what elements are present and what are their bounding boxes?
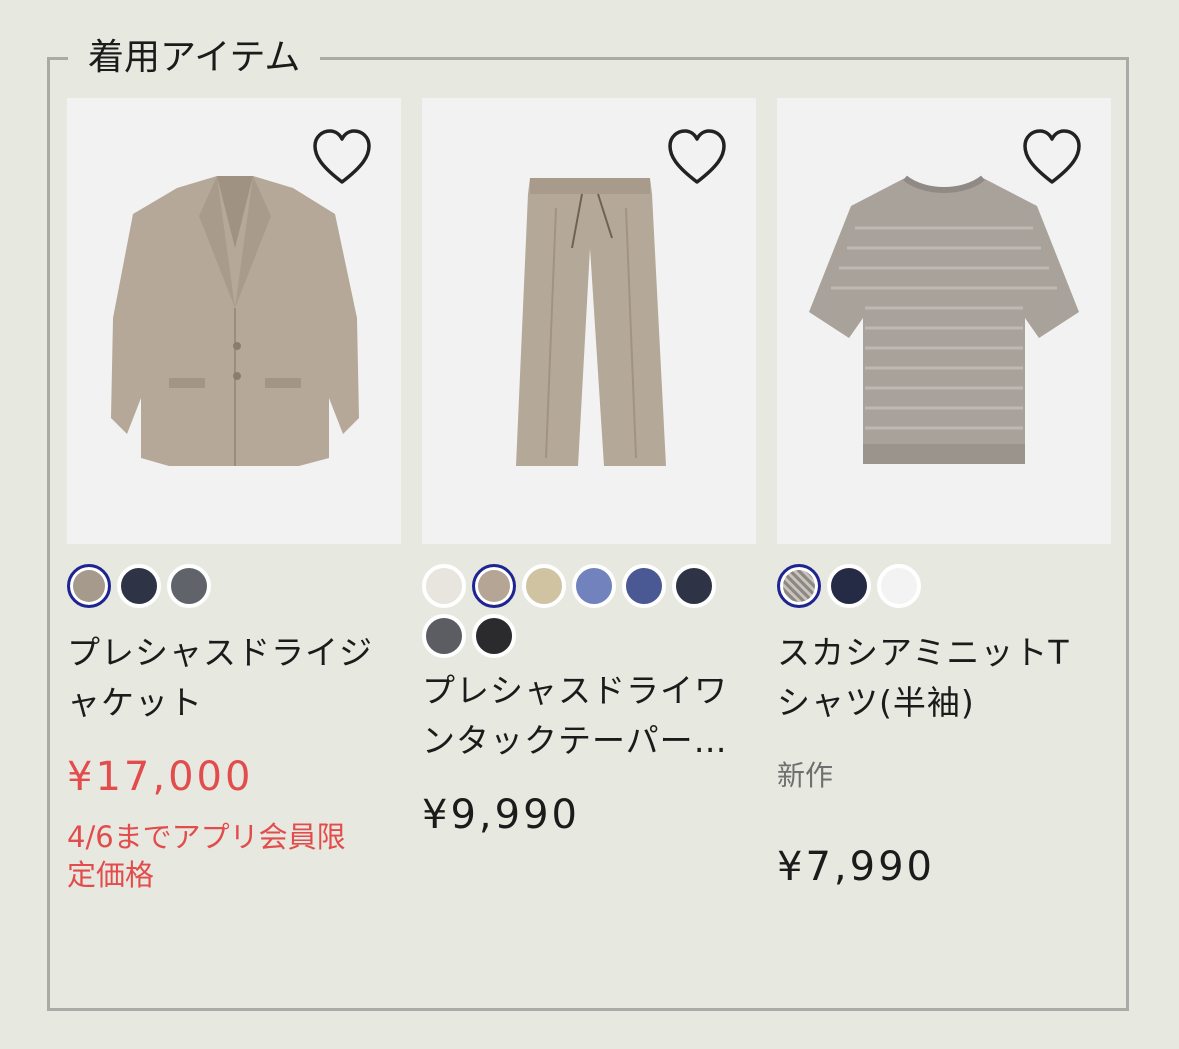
color-swatch-offwhite[interactable] [422, 564, 466, 608]
product-image-jacket[interactable] [67, 98, 401, 544]
product-name-line: シャツ(半袖) [777, 683, 975, 722]
product-price: ¥9,990 [422, 792, 580, 838]
product-card-jacket[interactable]: プレシャスドライジ ャケット ¥17,000 4/6までアプリ会員限 定価格 [67, 98, 401, 894]
color-swatch-khaki[interactable] [522, 564, 566, 608]
color-swatch-navy[interactable] [672, 564, 716, 608]
color-swatch-royal-blue[interactable] [622, 564, 666, 608]
color-swatch-blue[interactable] [572, 564, 616, 608]
product-name-line: ャケット [67, 683, 203, 722]
heart-outline-icon[interactable] [1021, 128, 1083, 188]
color-swatch-beige[interactable] [67, 564, 111, 608]
color-swatch-beige[interactable] [472, 564, 516, 608]
product-price: ¥17,000 [67, 754, 254, 800]
color-swatch-gray[interactable] [422, 614, 466, 658]
product-name[interactable]: プレシャスドライジ ャケット [67, 628, 401, 728]
heart-outline-icon[interactable] [311, 128, 373, 188]
color-swatch-gray[interactable] [167, 564, 211, 608]
new-badge: 新作 [777, 759, 834, 792]
product-card-knit-tshirt[interactable]: スカシアミニットT シャツ(半袖) 新作 ¥7,990 [777, 98, 1111, 890]
color-swatches [777, 564, 1077, 614]
product-card-pants[interactable]: プレシャスドライワ ンタックテーパー… ¥9,990 [422, 98, 756, 838]
product-name-line: プレシャスドライワ [422, 671, 728, 710]
color-swatch-navy[interactable] [827, 564, 871, 608]
product-name-line: ンタックテーパー… [422, 721, 728, 760]
color-swatch-navy[interactable] [117, 564, 161, 608]
color-swatch-gray-pattern[interactable] [777, 564, 821, 608]
promo-line: 4/6までアプリ会員限 [67, 820, 346, 854]
heart-outline-icon[interactable] [666, 128, 728, 188]
section-title: 着用アイテム [68, 32, 321, 84]
promo-line: 定価格 [67, 858, 155, 892]
color-swatches [422, 564, 722, 664]
product-price: ¥7,990 [777, 844, 935, 890]
color-swatch-black[interactable] [472, 614, 516, 658]
color-swatches [67, 564, 367, 614]
color-swatch-white[interactable] [877, 564, 921, 608]
product-name-line: プレシャスドライジ [67, 633, 373, 672]
product-image-pants[interactable] [422, 98, 756, 544]
product-image-knit-tshirt[interactable] [777, 98, 1111, 544]
product-name[interactable]: プレシャスドライワ ンタックテーパー… [422, 666, 747, 766]
product-name[interactable]: スカシアミニットT シャツ(半袖) [777, 628, 1111, 728]
product-name-line: スカシアミニットT [777, 633, 1070, 672]
promo-note: 4/6までアプリ会員限 定価格 [67, 818, 401, 894]
